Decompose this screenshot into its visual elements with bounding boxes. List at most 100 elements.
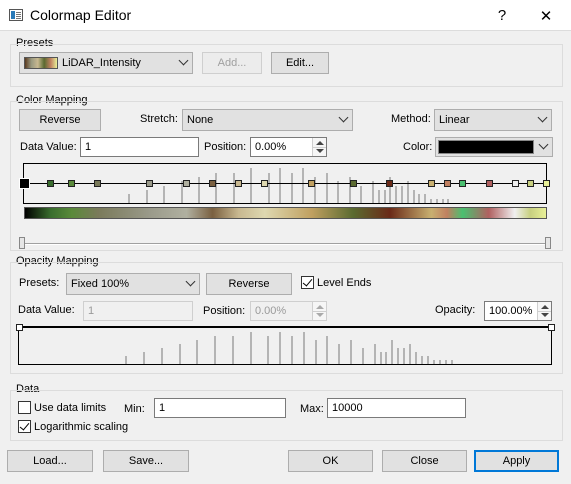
color-node[interactable] [182,180,190,187]
close-button[interactable]: Close [382,450,467,472]
histogram-bar [279,332,282,364]
level-ends-checkbox[interactable] [301,276,314,289]
color-node[interactable] [459,180,467,187]
color-reverse-button[interactable]: Reverse [19,109,101,131]
histogram-bar [314,340,317,364]
histogram-bar [290,336,293,364]
color-node[interactable] [485,180,493,187]
color-node[interactable] [428,180,436,187]
max-input[interactable]: 10000 [327,398,466,418]
color-position-label: Position: [204,141,247,153]
histogram-bar [424,194,427,203]
range-slider-min-handle[interactable] [19,237,25,249]
load-button[interactable]: Load... [7,450,93,472]
color-node[interactable] [47,180,55,187]
position-spinner[interactable] [312,138,326,156]
opacity-spinner[interactable] [537,302,551,320]
data-group [10,390,563,441]
spin-down-icon [316,313,324,317]
color-node[interactable] [386,180,394,187]
stretch-label: Stretch: [140,113,178,125]
histogram-bar [250,168,253,203]
color-node[interactable] [208,180,216,187]
opacity-node-end[interactable] [548,324,555,331]
histogram-bar [450,360,453,364]
opacity-position-input[interactable]: 0.00% [250,301,327,321]
opacity-data-value-input[interactable]: 1 [83,301,193,321]
color-node[interactable] [443,180,451,187]
ok-button[interactable]: OK [288,450,373,472]
color-label: Color: [403,141,433,153]
color-node[interactable] [19,178,30,189]
chevron-down-icon [185,276,196,287]
method-select[interactable]: Linear [434,109,552,131]
histogram-bar [395,186,398,203]
histogram-bar [267,173,270,203]
opacity-preset-select[interactable]: Fixed 100% [66,273,200,295]
add-preset-button[interactable]: Add... [202,52,262,74]
color-node[interactable] [235,180,243,187]
preset-swatch [24,57,58,69]
histogram-bar [397,348,400,364]
histogram-bar [160,348,163,364]
histogram-bar [215,173,218,203]
min-input[interactable]: 1 [154,398,286,418]
color-node[interactable] [67,180,75,187]
histogram-bar [432,360,435,364]
opacity-presets-label: Presets: [19,277,60,289]
histogram-bar [128,194,131,203]
histogram-bar [406,181,409,203]
apply-button[interactable]: Apply [474,450,559,472]
histogram-bar [178,344,181,364]
range-slider-track[interactable] [22,243,549,245]
title-bar: Colormap Editor ? ✕ [0,0,571,31]
close-window-icon[interactable]: ✕ [524,0,568,31]
color-node[interactable] [146,180,154,187]
histogram-bar [379,352,382,364]
histogram-bar [290,173,293,203]
log-scaling-checkbox[interactable] [18,420,31,433]
opacity-input[interactable]: 100.00% [484,301,552,321]
spin-up-icon [316,305,324,309]
range-slider-max-handle[interactable] [545,237,551,249]
histogram-bar [350,340,353,364]
opacity-value: 100.00% [489,305,533,317]
histogram-bar [373,344,376,364]
histogram-bar [279,168,282,203]
preset-select[interactable]: LiDAR_Intensity [19,52,193,74]
stretch-select-value: None [187,114,214,126]
histogram-bar [403,348,406,364]
histogram-bar [125,356,128,364]
histogram-bar [435,199,438,203]
color-swatch [438,140,534,154]
color-node[interactable] [94,180,102,187]
use-data-limits-checkbox[interactable] [18,401,31,414]
color-position-input[interactable]: 0.00% [250,137,327,157]
edit-preset-button[interactable]: Edit... [271,52,329,74]
color-node[interactable] [543,180,550,187]
chevron-down-icon [178,55,189,66]
color-data-value-input[interactable]: 1 [80,137,199,157]
position-spinner[interactable] [312,302,326,320]
window-title: Colormap Editor [30,7,132,23]
color-curve-line [24,183,546,184]
color-picker[interactable] [435,137,553,157]
color-node[interactable] [527,180,535,187]
chevron-down-icon [338,112,349,123]
opacity-label: Opacity: [435,304,476,316]
help-button[interactable]: ? [480,0,524,31]
color-node[interactable] [349,180,357,187]
save-button[interactable]: Save... [103,450,189,472]
color-node[interactable] [261,180,269,187]
color-node[interactable] [511,180,519,187]
level-ends-label: Level Ends [317,277,372,289]
color-transfer-canvas[interactable] [19,163,550,204]
color-node[interactable] [308,180,316,187]
opacity-reverse-button[interactable]: Reverse [206,273,292,295]
stretch-select[interactable]: None [182,109,353,131]
histogram-bar [302,332,305,364]
opacity-node-start[interactable] [16,324,23,331]
method-select-value: Linear [439,114,470,126]
opacity-transfer-canvas[interactable] [16,324,555,365]
opacity-preset-value: Fixed 100% [71,278,130,290]
